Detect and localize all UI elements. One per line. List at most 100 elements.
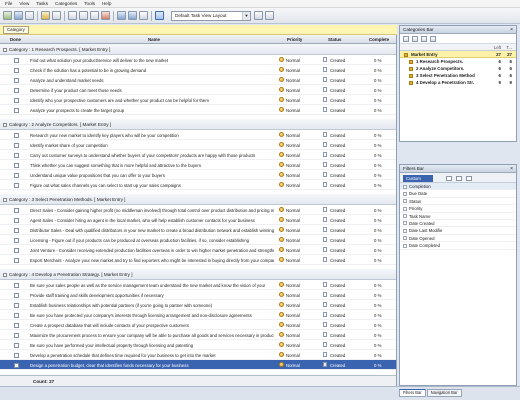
task-name[interactable]: Create a prospect database that will inc… — [30, 323, 274, 328]
group-row[interactable]: Category : 4 Develop a Penetration Strat… — [0, 269, 396, 280]
done-checkbox[interactable] — [14, 143, 19, 148]
task-row[interactable]: Be sure your sales people as well as the… — [0, 280, 396, 290]
menu-item-view[interactable]: View — [19, 1, 29, 6]
done-checkbox[interactable] — [14, 303, 19, 308]
close-icon[interactable]: × — [510, 26, 513, 34]
status-cell[interactable]: Created — [323, 312, 353, 319]
filter-field[interactable]: Date Completed — [400, 242, 516, 250]
task-name[interactable]: Develop a penetration schedule that defi… — [30, 353, 274, 358]
close-icon[interactable]: × — [510, 165, 513, 173]
filter-field-checkbox[interactable] — [403, 191, 407, 196]
done-checkbox[interactable] — [14, 58, 19, 63]
priority-cell[interactable]: Normal — [279, 312, 321, 319]
task-name[interactable]: Licensing - Figure out if your products … — [30, 238, 274, 243]
task-row[interactable]: Joint Venture - Consider receiving exten… — [0, 245, 396, 255]
priority-cell[interactable]: Normal — [279, 132, 321, 139]
task-row[interactable]: Figure out what sales channels you can s… — [0, 180, 396, 190]
priority-cell[interactable]: Normal — [279, 282, 321, 289]
status-cell[interactable]: Created — [323, 332, 353, 339]
task-row[interactable]: Licensing - Figure out if your products … — [0, 235, 396, 245]
task-name[interactable]: Figure out what sales channels you can s… — [30, 183, 274, 188]
done-checkbox[interactable] — [14, 108, 19, 113]
status-cell[interactable]: Created — [323, 257, 353, 264]
paste-icon[interactable] — [90, 11, 99, 20]
done-checkbox[interactable] — [14, 228, 19, 233]
category-root[interactable]: Market Entry 27 27 — [400, 51, 516, 58]
filter-field-checkbox[interactable] — [403, 206, 407, 211]
priority-cell[interactable]: Normal — [279, 67, 321, 74]
filter-field-checkbox[interactable] — [403, 243, 407, 248]
filter-field[interactable]: Priority — [400, 205, 516, 213]
new-task-icon[interactable] — [3, 11, 12, 20]
task-row[interactable]: Research your new market to identify key… — [0, 130, 396, 140]
done-checkbox[interactable] — [14, 133, 19, 138]
done-checkbox[interactable] — [14, 353, 19, 358]
group-row[interactable]: Category : 1 Research Prospects. [ Marke… — [0, 44, 396, 55]
status-cell[interactable]: Created — [323, 292, 353, 299]
group-by-chip[interactable]: Category — [3, 26, 29, 34]
done-checkbox[interactable] — [14, 183, 19, 188]
find-icon[interactable] — [139, 11, 148, 20]
filter-field-checkbox[interactable] — [403, 199, 407, 204]
filter-tab-custom[interactable]: Custom — [403, 175, 433, 182]
status-cell[interactable]: Created — [323, 152, 353, 159]
priority-cell[interactable]: Normal — [279, 247, 321, 254]
layout-select[interactable]: Default Task View Layout ▼ — [171, 11, 251, 21]
done-checkbox[interactable] — [14, 68, 19, 73]
menu-item-help[interactable]: Help — [102, 1, 111, 6]
task-name[interactable]: Determine if your product can meet those… — [30, 88, 274, 93]
filter-field-checkbox[interactable] — [403, 184, 407, 189]
status-cell[interactable]: Created — [323, 67, 353, 74]
done-checkbox[interactable] — [14, 153, 19, 158]
menu-item-categories[interactable]: Categories — [55, 1, 77, 6]
task-name[interactable]: Agent Sales - Consider hiring an agent i… — [30, 218, 274, 223]
collapse-icon[interactable] — [3, 122, 7, 127]
status-cell[interactable]: Created — [323, 172, 353, 179]
task-name[interactable]: Carry out customer surveys to understand… — [30, 153, 274, 158]
done-checkbox[interactable] — [14, 283, 19, 288]
status-cell[interactable]: Created — [323, 237, 353, 244]
group-row[interactable]: Category : 3 Select Penetration Methods.… — [0, 194, 396, 205]
filter-field[interactable]: Task Name — [400, 213, 516, 220]
column-header-status[interactable]: Status — [328, 37, 341, 42]
task-name[interactable]: Check if the solution has a potential to… — [30, 68, 274, 73]
status-cell[interactable]: Created — [323, 132, 353, 139]
complete-value[interactable]: 0 % — [374, 313, 381, 318]
priority-cell[interactable]: Normal — [279, 107, 321, 114]
priority-cell[interactable]: Normal — [279, 227, 321, 234]
task-name[interactable]: Identify market share of your competitio… — [30, 143, 274, 148]
cut-icon[interactable] — [68, 11, 77, 20]
priority-cell[interactable]: Normal — [279, 87, 321, 94]
column-header-left[interactable]: Left — [494, 45, 501, 50]
complete-value[interactable]: 0 % — [374, 248, 381, 253]
task-name[interactable]: Find out what solution your product/serv… — [30, 58, 274, 63]
status-cell[interactable]: Created — [323, 77, 353, 84]
status-cell[interactable]: Created — [323, 342, 353, 349]
complete-value[interactable]: 0 % — [374, 323, 381, 328]
status-cell[interactable]: Created — [323, 362, 353, 369]
priority-cell[interactable]: Normal — [279, 322, 321, 329]
filter-apply-icon[interactable] — [456, 176, 462, 181]
filter-field[interactable]: Status — [400, 198, 516, 206]
done-checkbox[interactable] — [14, 173, 19, 178]
complete-value[interactable]: 0 % — [374, 133, 381, 138]
print-icon[interactable] — [41, 11, 50, 20]
task-name[interactable]: Be sure your sales people as well as the… — [30, 283, 274, 288]
task-name[interactable]: Direct Sales - Consider gaining higher p… — [30, 208, 274, 213]
done-checkbox[interactable] — [14, 98, 19, 103]
complete-value[interactable]: 0 % — [374, 78, 381, 83]
status-cell[interactable]: Created — [323, 162, 353, 169]
complete-value[interactable]: 0 % — [374, 108, 381, 113]
status-cell[interactable]: Created — [323, 282, 353, 289]
task-name[interactable]: Be sure you have protected your company'… — [30, 313, 274, 318]
task-name[interactable]: Provide staff training and skills develo… — [30, 293, 274, 298]
filter-options-icon[interactable] — [446, 176, 452, 181]
task-row[interactable]: Understand unique value propositions tha… — [0, 170, 396, 180]
priority-cell[interactable]: Normal — [279, 207, 321, 214]
complete-value[interactable]: 0 % — [374, 218, 381, 223]
priority-cell[interactable]: Normal — [279, 217, 321, 224]
task-row[interactable]: Identify who your prospective customers … — [0, 95, 396, 105]
column-header-done[interactable]: Done — [10, 37, 21, 42]
task-row[interactable]: Identify market share of your competitio… — [0, 140, 396, 150]
done-checkbox[interactable] — [14, 238, 19, 243]
